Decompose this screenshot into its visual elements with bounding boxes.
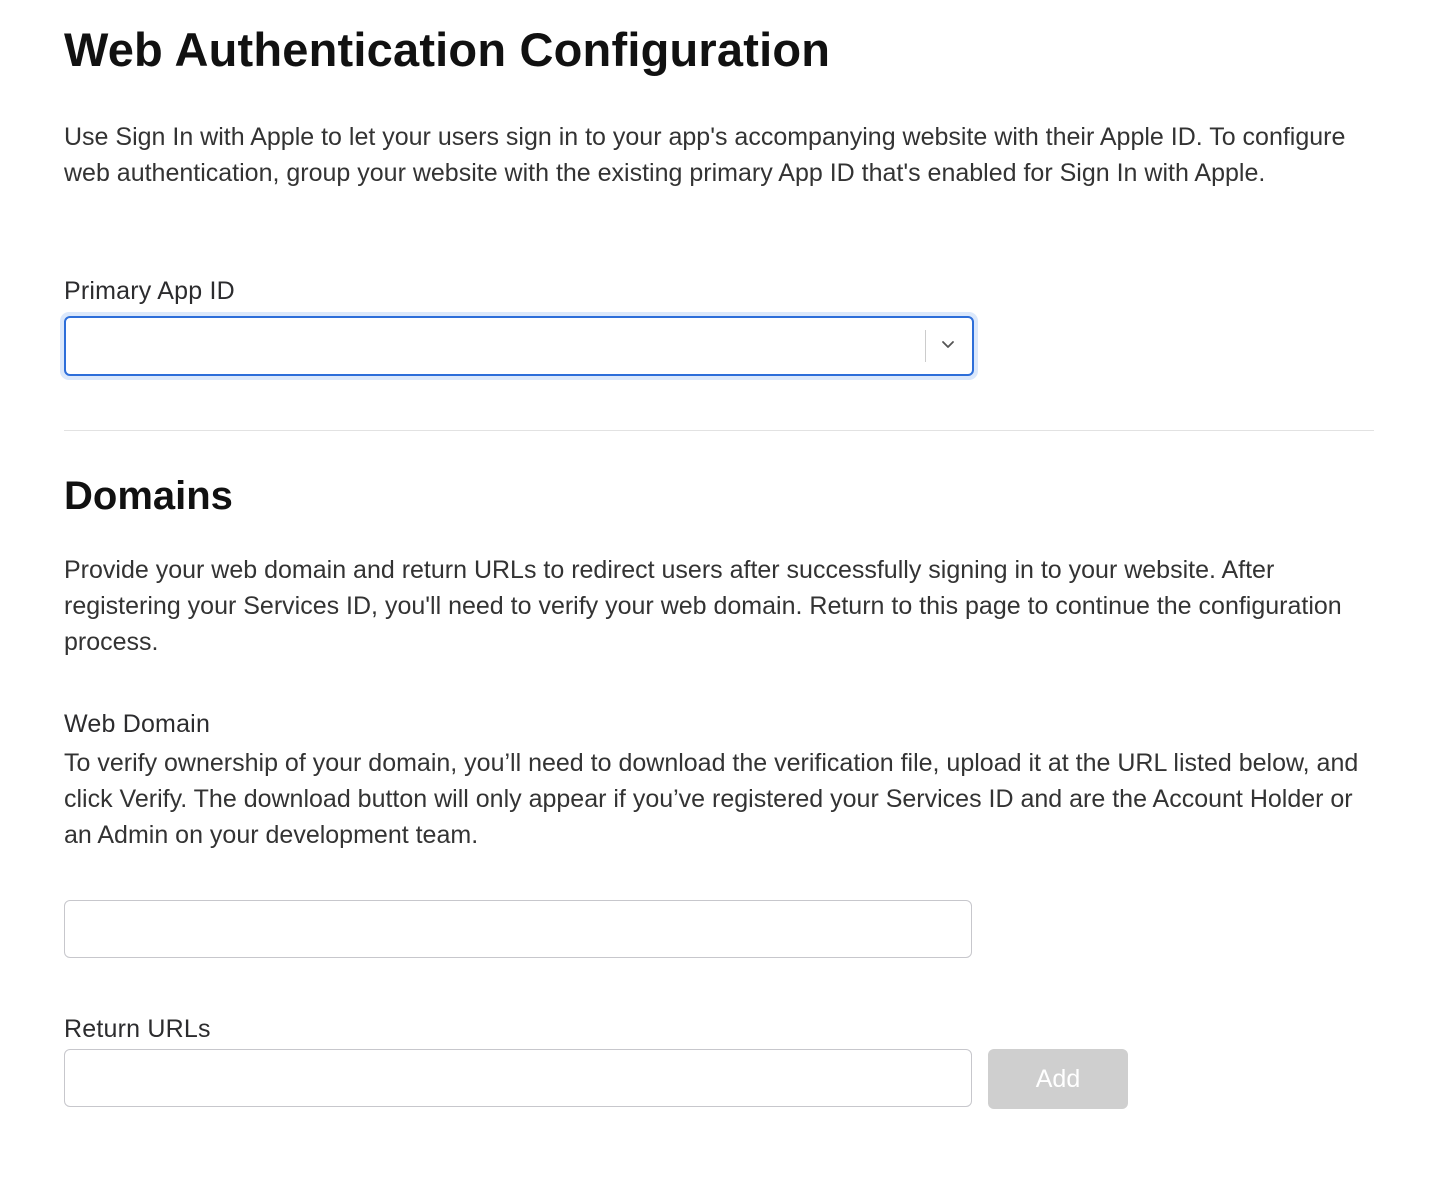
primary-app-id-select[interactable] <box>64 316 974 376</box>
return-urls-input[interactable] <box>64 1049 972 1107</box>
primary-app-id-focus-ring <box>60 312 978 380</box>
web-domain-help-text: To verify ownership of your domain, you’… <box>64 749 1359 849</box>
intro-text: Use Sign In with Apple to let your users… <box>64 123 1346 187</box>
section-divider <box>64 430 1374 431</box>
domains-heading: Domains <box>64 474 233 518</box>
return-urls-label: Return URLs <box>64 1015 211 1043</box>
select-separator <box>925 330 926 362</box>
web-domain-input[interactable] <box>64 900 972 958</box>
chevron-down-icon[interactable] <box>938 334 958 354</box>
domains-description: Provide your web domain and return URLs … <box>64 556 1342 656</box>
page-title: Web Authentication Configuration <box>64 23 831 76</box>
add-return-url-button[interactable]: Add <box>988 1049 1128 1109</box>
web-domain-label: Web Domain <box>64 710 211 738</box>
primary-app-id-label: Primary App ID <box>64 277 235 305</box>
